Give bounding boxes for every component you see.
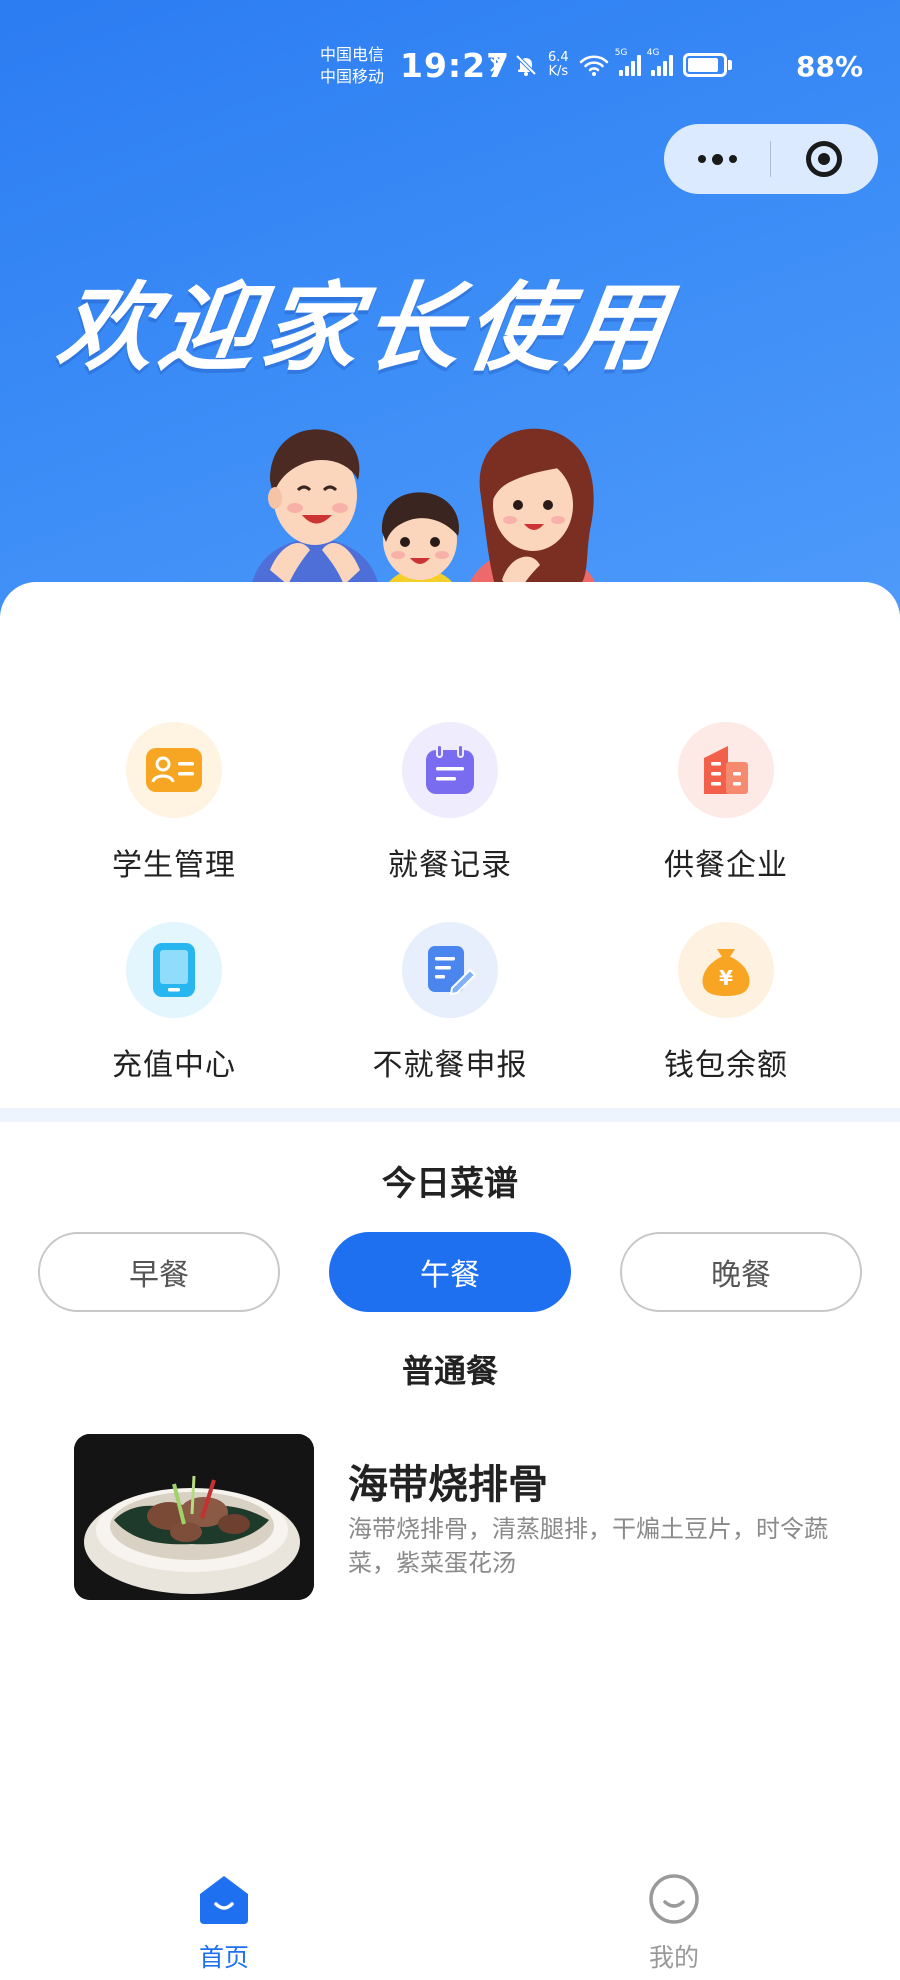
tab-home-label: 首页 xyxy=(198,1943,249,1972)
net-speed-unit: K/s xyxy=(548,64,569,79)
signal-icon: 5G xyxy=(615,48,641,76)
close-target-icon[interactable] xyxy=(771,124,877,194)
section-divider xyxy=(0,1108,900,1122)
tab-mine[interactable]: 我的 xyxy=(614,1872,734,1974)
grid-item-student-management[interactable]: 学生管理 xyxy=(44,722,304,884)
tab-lunch[interactable]: 午餐 xyxy=(329,1232,571,1312)
home-icon xyxy=(200,1876,248,1924)
welcome-title: 欢迎家长使用 xyxy=(50,272,679,384)
more-icon[interactable] xyxy=(664,124,770,194)
tab-home[interactable]: 首页 xyxy=(164,1872,284,1974)
status-bar: 中国电信 中国移动 19:27 6.4 K/s 5G 4G 88% xyxy=(0,42,900,92)
function-card: 学生管理 就餐记录 供餐企业 充值中心 不就餐申报 ¥ 钱包余额 xyxy=(0,582,900,1110)
dish-image xyxy=(74,1434,314,1600)
grid-label: 供餐企业 xyxy=(664,848,788,883)
today-menu-title: 今日菜谱 xyxy=(382,1164,518,1204)
carrier-1: 中国电信 xyxy=(320,45,385,64)
grid-item-no-meal-report[interactable]: 不就餐申报 xyxy=(320,922,580,1084)
tablet-icon xyxy=(126,922,222,1018)
wifi-icon xyxy=(579,55,608,76)
carrier-2: 中国移动 xyxy=(320,67,385,86)
bottom-tab-bar: 首页 我的 xyxy=(0,1860,900,1980)
tab-mine-label: 我的 xyxy=(648,1943,699,1972)
dish-description: 海带烧排骨，清蒸腿排，干煸土豆片，时令蔬菜，紫菜蛋花汤 xyxy=(348,1515,828,1577)
grid-item-recharge-center[interactable]: 充值中心 xyxy=(44,922,304,1084)
profile-smile-icon xyxy=(649,1874,699,1924)
header-banner: 中国电信 中国移动 19:27 6.4 K/s 5G 4G 88% 欢迎家长使用 xyxy=(0,0,900,640)
dish-name: 海带烧排骨 xyxy=(348,1462,548,1508)
signal-1-tag: 5G xyxy=(614,48,628,58)
svg-text:¥: ¥ xyxy=(719,966,733,990)
battery-icon xyxy=(682,53,732,77)
grid-label: 充值中心 xyxy=(112,1048,236,1083)
meal-type-label: 普通餐 xyxy=(401,1352,498,1390)
grid-item-catering-company[interactable]: 供餐企业 xyxy=(596,722,856,884)
status-icons: 6.4 K/s 5G 4G xyxy=(488,48,732,82)
net-speed-value: 6.4 xyxy=(548,50,569,65)
building-icon xyxy=(678,722,774,818)
edit-document-icon xyxy=(402,922,498,1018)
student-card-icon xyxy=(126,722,222,818)
grid-label: 就餐记录 xyxy=(388,848,512,883)
signal-2-tag: 4G xyxy=(646,48,660,58)
bluetooth-icon xyxy=(490,55,502,75)
grid-item-wallet-balance[interactable]: ¥ 钱包余额 xyxy=(596,922,856,1084)
calendar-record-icon xyxy=(402,722,498,818)
tab-dinner[interactable]: 晚餐 xyxy=(620,1232,862,1312)
carrier-info: 中国电信 中国移动 xyxy=(320,44,384,88)
battery-percent: 88% xyxy=(796,50,864,83)
tab-breakfast[interactable]: 早餐 xyxy=(38,1232,280,1312)
signal-icon: 4G xyxy=(647,48,673,76)
mini-program-capsule xyxy=(664,124,878,194)
grid-label: 钱包余额 xyxy=(664,1048,788,1083)
grid-label: 不就餐申报 xyxy=(372,1048,528,1083)
money-bag-icon: ¥ xyxy=(678,922,774,1018)
dish-item[interactable]: 海带烧排骨 海带烧排骨，清蒸腿排，干煸土豆片，时令蔬菜，紫菜蛋花汤 xyxy=(74,1434,854,1600)
meal-tabs: 早餐 午餐 晚餐 xyxy=(0,1232,900,1312)
mute-bell-icon xyxy=(515,54,537,76)
grid-item-dining-record[interactable]: 就餐记录 xyxy=(320,722,580,884)
grid-label: 学生管理 xyxy=(112,848,236,883)
net-speed: 6.4 K/s xyxy=(548,51,569,79)
